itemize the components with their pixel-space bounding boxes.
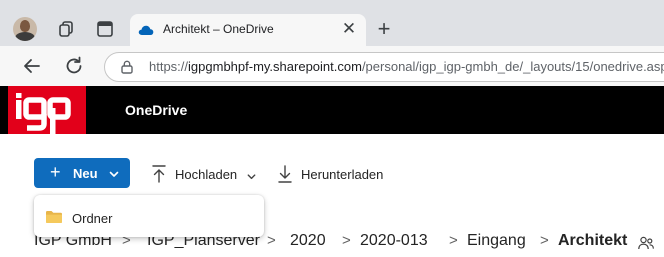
- url-host: igpgmbhpf-my.sharepoint.com: [188, 59, 362, 74]
- reload-icon[interactable]: [62, 54, 86, 78]
- breadcrumb-item-architekt: Architekt: [558, 232, 628, 249]
- plus-icon: +: [50, 162, 61, 182]
- lock-icon[interactable]: [119, 59, 135, 75]
- download-button[interactable]: Herunterladen: [276, 163, 396, 185]
- tab-title: Architekt – OneDrive: [163, 22, 274, 36]
- download-icon: [276, 164, 294, 184]
- plus-icon[interactable]: +: [372, 18, 396, 42]
- back-arrow-icon[interactable]: [20, 54, 44, 78]
- profile-avatar[interactable]: [13, 17, 37, 41]
- folder-icon: [45, 210, 63, 224]
- breadcrumb-separator: >: [267, 232, 276, 249]
- download-label: Herunterladen: [301, 167, 384, 182]
- new-button-label: Neu: [73, 166, 98, 181]
- url-path: /personal/igp_igp-gmbh_de/_layouts/15/on…: [361, 59, 664, 74]
- browser-tab-strip: Architekt – OneDrive ✕ +: [0, 0, 664, 46]
- people-icon[interactable]: [637, 234, 655, 252]
- upload-button[interactable]: Hochladen: [150, 163, 260, 185]
- chevron-down-icon: [108, 167, 120, 179]
- browser-toolbar: https://igpgmbhpf-my.sharepoint.com/pers…: [0, 46, 664, 86]
- breadcrumb-item-2020-013[interactable]: 2020-013: [360, 232, 428, 250]
- breadcrumb-item-eingang[interactable]: Eingang: [467, 232, 526, 250]
- url-text[interactable]: https://igpgmbhpf-my.sharepoint.com/pers…: [149, 59, 664, 74]
- menu-item-folder[interactable]: Ordner: [38, 199, 260, 233]
- breadcrumb-separator: >: [540, 232, 549, 249]
- upload-icon: [150, 164, 168, 184]
- menu-item-label: Ordner: [72, 211, 113, 226]
- upload-label: Hochladen: [175, 167, 238, 182]
- app-header: OneDrive: [0, 86, 664, 134]
- app-name[interactable]: OneDrive: [125, 102, 187, 118]
- new-button[interactable]: + Neu: [34, 158, 130, 188]
- onedrive-cloud-icon: [138, 23, 154, 35]
- workspaces-icon[interactable]: [55, 18, 77, 40]
- address-bar[interactable]: https://igpgmbhpf-my.sharepoint.com/pers…: [104, 52, 664, 82]
- breadcrumb-separator: >: [342, 232, 351, 249]
- breadcrumb-separator: >: [449, 232, 458, 249]
- breadcrumb-item-2020[interactable]: 2020: [290, 232, 326, 250]
- new-dropdown-menu: Ordner: [34, 195, 264, 237]
- browser-tab-active[interactable]: Architekt – OneDrive ✕: [130, 14, 366, 46]
- close-icon[interactable]: ✕: [338, 18, 360, 40]
- tab-actions-icon[interactable]: [94, 18, 116, 40]
- igp-logo[interactable]: [8, 86, 86, 134]
- chevron-down-icon: [246, 169, 257, 180]
